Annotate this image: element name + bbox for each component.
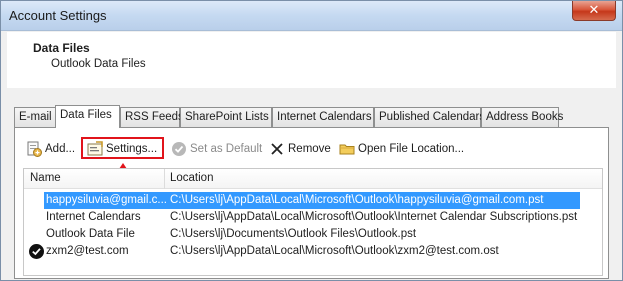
column-header-location[interactable]: Location — [170, 172, 213, 184]
tab-sharepoint-lists[interactable]: SharePoint Lists — [180, 107, 272, 127]
settings-highlight-box — [81, 137, 164, 159]
row-name: happysiluvia@gmail.c... — [46, 194, 167, 206]
row-location: C:\Users\lj\AppData\Local\Microsoft\Outl… — [170, 211, 578, 223]
add-button[interactable]: Add... — [26, 138, 75, 159]
remove-button[interactable]: Remove — [269, 138, 331, 159]
column-header-name[interactable]: Name — [30, 172, 61, 184]
set-as-default-button[interactable]: Set as Default — [171, 138, 262, 159]
row-name: zxm2@test.com — [46, 245, 129, 257]
list-row[interactable]: happysiluvia@gmail.c... C:\Users\lj\AppD… — [24, 192, 602, 209]
tab-address-books[interactable]: Address Books — [481, 107, 563, 127]
x-remove-icon — [269, 141, 285, 157]
section-title: Data Files — [33, 41, 90, 55]
folder-icon — [339, 141, 355, 157]
tab-data-files[interactable]: Data Files — [55, 105, 120, 128]
column-divider[interactable] — [164, 169, 165, 189]
remove-button-label: Remove — [288, 142, 331, 155]
account-settings-window: Account Settings ✕ Data Files Outlook Da… — [0, 0, 623, 281]
tab-email[interactable]: E-mail — [14, 107, 56, 127]
section-subtitle: Outlook Data Files — [51, 58, 146, 70]
checkmark-icon — [171, 141, 187, 157]
row-location: C:\Users\lj\Documents\Outlook Files\Outl… — [170, 228, 417, 240]
add-file-icon — [26, 141, 42, 157]
tab-published-calendars[interactable]: Published Calendars — [374, 107, 485, 127]
row-location: C:\Users\lj\AppData\Local\Microsoft\Outl… — [170, 194, 544, 206]
row-name: Outlook Data File — [46, 228, 135, 240]
default-check-icon — [29, 244, 44, 259]
tab-rss-feeds[interactable]: RSS Feeds — [120, 107, 184, 127]
close-button[interactable]: ✕ — [572, 1, 616, 21]
list-header: Name Location — [24, 169, 602, 189]
set-as-default-label: Set as Default — [190, 142, 263, 155]
header-area: Data Files Outlook Data Files — [7, 32, 616, 88]
tab-internet-calendars[interactable]: Internet Calendars — [272, 107, 374, 127]
add-button-label: Add... — [45, 142, 76, 155]
list-row[interactable]: Internet Calendars C:\Users\lj\AppData\L… — [24, 209, 602, 226]
open-file-location-button[interactable]: Open File Location... — [339, 138, 464, 159]
row-name: Internet Calendars — [46, 211, 141, 223]
title-bar[interactable]: Account Settings ✕ — [1, 1, 622, 31]
list-row[interactable]: zxm2@test.com C:\Users\lj\AppData\Local\… — [24, 243, 602, 260]
window-title: Account Settings — [9, 8, 107, 23]
list-row[interactable]: Outlook Data File C:\Users\lj\Documents\… — [24, 226, 602, 243]
row-location: C:\Users\lj\AppData\Local\Microsoft\Outl… — [170, 245, 499, 257]
open-file-location-label: Open File Location... — [358, 142, 465, 155]
